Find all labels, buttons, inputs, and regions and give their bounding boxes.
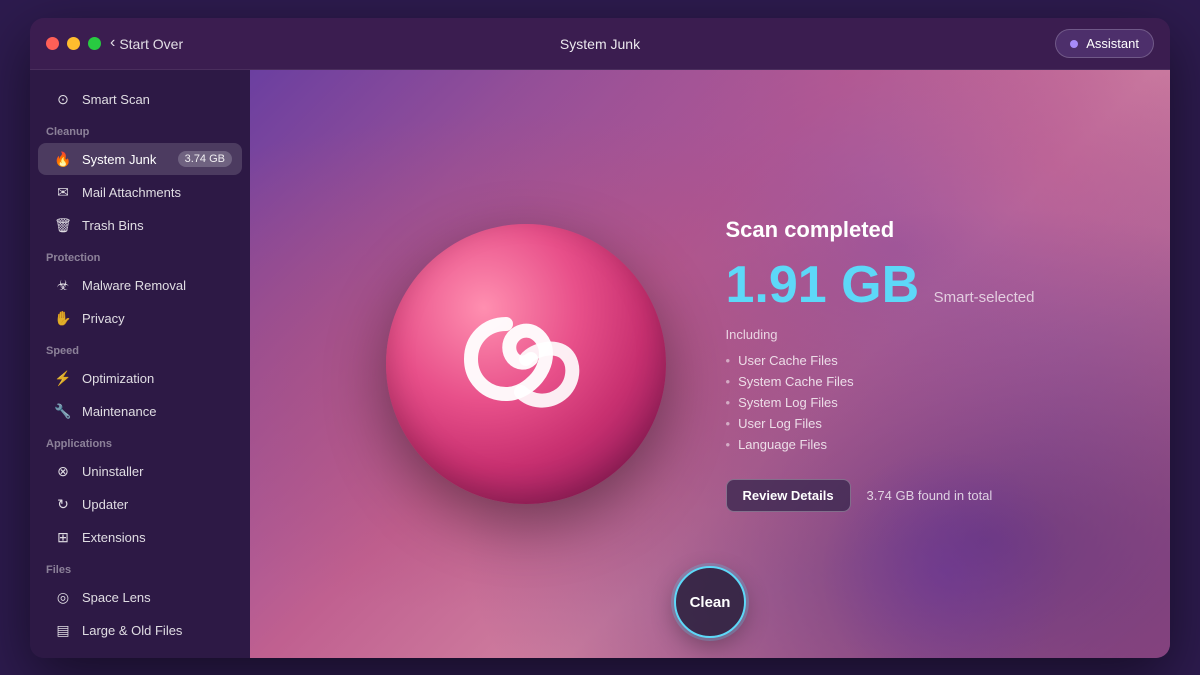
sidebar-item-label: Malware Removal: [82, 278, 186, 293]
titlebar: ‹ Start Over System Junk Assistant: [30, 18, 1170, 70]
mail-icon: ✉: [54, 183, 72, 201]
right-panel: Scan completed 1.91 GB Smart-selected In…: [250, 70, 1170, 658]
review-row: Review Details 3.74 GB found in total: [726, 479, 1035, 512]
window-title: System Junk: [560, 36, 640, 52]
sidebar-item-label: Smart Scan: [82, 92, 150, 107]
sidebar-item-shredder[interactable]: ≡ Shredder: [38, 647, 242, 658]
system-junk-icon: 🔥: [54, 150, 72, 168]
sidebar-item-space-lens[interactable]: ◎ Space Lens: [38, 581, 242, 613]
list-item: User Log Files: [726, 413, 1035, 434]
system-junk-badge: 3.74 GB: [178, 151, 232, 167]
sidebar-item-label: Space Lens: [82, 590, 151, 605]
protection-section-label: Protection: [30, 242, 250, 268]
traffic-lights: [46, 37, 101, 50]
cleanup-section-label: Cleanup: [30, 116, 250, 142]
sidebar-item-smart-scan[interactable]: ⊙ Smart Scan: [38, 83, 242, 115]
clean-button-container: Clean: [674, 566, 746, 638]
sidebar-item-label: System Junk: [82, 152, 156, 167]
speed-section-label: Speed: [30, 335, 250, 361]
smart-scan-icon: ⊙: [54, 90, 72, 108]
optimization-icon: ⚡: [54, 369, 72, 387]
trash-icon: 🗑: [54, 216, 72, 234]
privacy-icon: ✋: [54, 309, 72, 327]
files-section-label: Files: [30, 554, 250, 580]
list-item: Language Files: [726, 434, 1035, 455]
space-lens-icon: ◎: [54, 588, 72, 606]
scan-results: Scan completed 1.91 GB Smart-selected In…: [726, 217, 1035, 512]
back-button[interactable]: ‹ Start Over: [110, 35, 183, 52]
sidebar-item-large-old-files[interactable]: ▤ Large & Old Files: [38, 614, 242, 646]
assistant-button[interactable]: Assistant: [1055, 29, 1154, 58]
sidebar-item-malware-removal[interactable]: ☣ Malware Removal: [38, 269, 242, 301]
sidebar-item-label: Extensions: [82, 530, 146, 545]
sidebar-item-system-junk[interactable]: 🔥 System Junk 3.74 GB: [38, 143, 242, 175]
scan-including-label: Including: [726, 327, 1035, 342]
malware-icon: ☣: [54, 276, 72, 294]
sidebar-item-trash-bins[interactable]: 🗑 Trash Bins: [38, 209, 242, 241]
back-label: Start Over: [119, 36, 183, 52]
sidebar-item-label: Trash Bins: [82, 218, 144, 233]
sidebar-item-uninstaller[interactable]: ⊗ Uninstaller: [38, 455, 242, 487]
minimize-button[interactable]: [67, 37, 80, 50]
sidebar: ⊙ Smart Scan Cleanup 🔥 System Junk 3.74 …: [30, 70, 250, 658]
sidebar-item-maintenance[interactable]: 🔧 Maintenance: [38, 395, 242, 427]
app-icon: [386, 224, 666, 504]
main-content: ⊙ Smart Scan Cleanup 🔥 System Junk 3.74 …: [30, 70, 1170, 658]
close-button[interactable]: [46, 37, 59, 50]
sidebar-item-updater[interactable]: ↻ Updater: [38, 488, 242, 520]
sidebar-item-label: Mail Attachments: [82, 185, 181, 200]
panel-inner: Scan completed 1.91 GB Smart-selected In…: [250, 217, 1170, 512]
sidebar-item-label: Updater: [82, 497, 128, 512]
maximize-button[interactable]: [88, 37, 101, 50]
sidebar-item-label: Privacy: [82, 311, 125, 326]
sidebar-item-privacy[interactable]: ✋ Privacy: [38, 302, 242, 334]
applications-section-label: Applications: [30, 428, 250, 454]
assistant-label: Assistant: [1086, 36, 1139, 51]
scan-smart-selected-label: Smart-selected: [934, 289, 1035, 306]
extensions-icon: ⊞: [54, 528, 72, 546]
sidebar-item-extensions[interactable]: ⊞ Extensions: [38, 521, 242, 553]
back-chevron-icon: ‹: [110, 34, 115, 52]
review-details-button[interactable]: Review Details: [726, 479, 851, 512]
list-item: User Cache Files: [726, 350, 1035, 371]
sidebar-item-label: Shredder: [82, 656, 135, 659]
sidebar-item-label: Maintenance: [82, 404, 156, 419]
scan-size-row: 1.91 GB Smart-selected: [726, 259, 1035, 311]
sidebar-item-label: Optimization: [82, 371, 154, 386]
sidebar-item-optimization[interactable]: ⚡ Optimization: [38, 362, 242, 394]
sidebar-item-label: Large & Old Files: [82, 623, 182, 638]
uninstaller-icon: ⊗: [54, 462, 72, 480]
clean-button[interactable]: Clean: [674, 566, 746, 638]
list-item: System Cache Files: [726, 371, 1035, 392]
sidebar-item-mail-attachments[interactable]: ✉ Mail Attachments: [38, 176, 242, 208]
large-files-icon: ▤: [54, 621, 72, 639]
sidebar-item-label: Uninstaller: [82, 464, 143, 479]
app-icon-svg: [426, 264, 626, 464]
app-window: ‹ Start Over System Junk Assistant ⊙ Sma…: [30, 18, 1170, 658]
scan-completed-label: Scan completed: [726, 217, 1035, 243]
maintenance-icon: 🔧: [54, 402, 72, 420]
list-item: System Log Files: [726, 392, 1035, 413]
updater-icon: ↻: [54, 495, 72, 513]
assistant-dot-icon: [1070, 40, 1078, 48]
scan-size-value: 1.91 GB: [726, 256, 920, 314]
found-total-label: 3.74 GB found in total: [867, 488, 993, 503]
shredder-icon: ≡: [54, 654, 72, 658]
scan-file-list: User Cache Files System Cache Files Syst…: [726, 350, 1035, 455]
